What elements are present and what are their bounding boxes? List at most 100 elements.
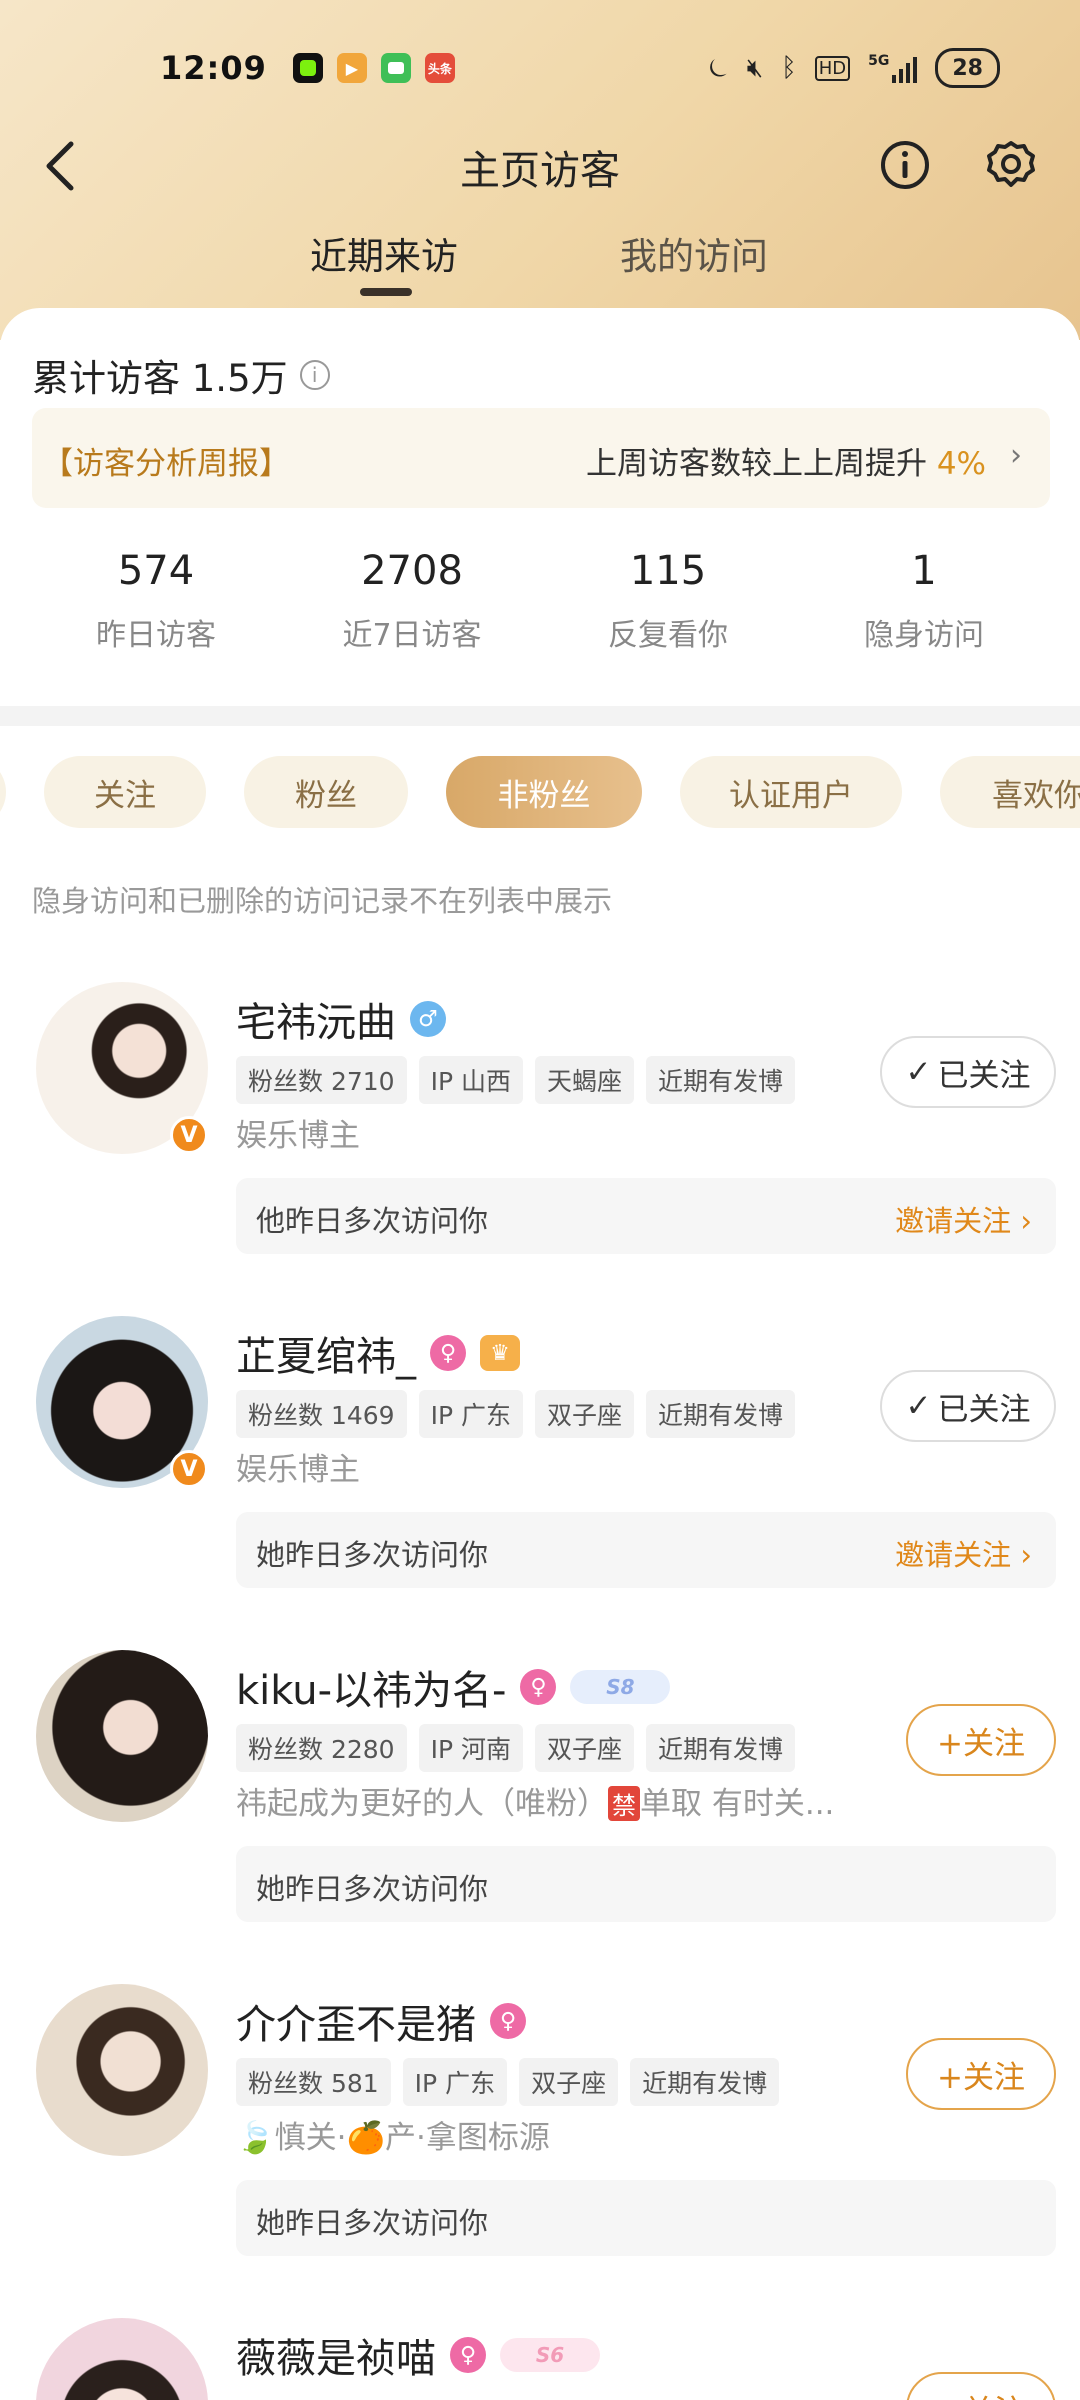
- tag: 粉丝数 2710: [236, 1056, 407, 1104]
- news-app-icon: 头条: [424, 53, 455, 83]
- stat-label: 昨日访客: [96, 618, 216, 653]
- filter-chip-verified[interactable]: 认证用户: [680, 756, 902, 828]
- visitor-item[interactable]: 薇薇是祯喵 ♀ S6 +关注: [0, 2318, 1080, 2400]
- visit-info: 她昨日多次访问你: [236, 1846, 1056, 1922]
- filter-chip-fans[interactable]: 粉丝: [244, 756, 408, 828]
- tag: IP 山西: [418, 1056, 523, 1104]
- tag: 近期有发博: [646, 1390, 796, 1438]
- filter-chip-following[interactable]: 关注: [44, 756, 206, 828]
- chevron-right-icon: ›: [1010, 438, 1022, 473]
- visit-info: 她昨日多次访问你 邀请关注 ›: [236, 1512, 1056, 1588]
- svip-badge-icon: S6: [500, 2338, 600, 2372]
- visitor-name[interactable]: 芷夏绾祎_ ♀ ♛: [236, 1324, 520, 1382]
- visitor-name[interactable]: 宅祎沅曲 ♂: [236, 990, 446, 1048]
- verified-badge-icon: V: [170, 1450, 208, 1488]
- filter-chip-likes-you[interactable]: 喜欢你: [940, 756, 1080, 828]
- visit-text: 她昨日多次访问你: [256, 1872, 489, 1906]
- visit-info: 她昨日多次访问你: [236, 2180, 1056, 2256]
- tag: 近期有发博: [646, 1056, 796, 1104]
- total-visitors-label: 累计访客 1.5万: [32, 357, 288, 400]
- section-divider: [0, 706, 1080, 726]
- follow-button[interactable]: +关注: [906, 2038, 1056, 2110]
- tag: 粉丝数 1469: [236, 1390, 407, 1438]
- follow-button[interactable]: +关注: [906, 1704, 1056, 1776]
- hd-icon: HD: [814, 55, 851, 81]
- check-icon: ✓: [905, 1054, 932, 1090]
- message-app-icon: [380, 53, 411, 83]
- stat-yesterday[interactable]: 574 昨日访客: [28, 548, 284, 654]
- filter-chip-partial[interactable]: [0, 756, 6, 828]
- visitor-tags: 粉丝数 2280 IP 河南 双子座 近期有发博: [236, 1724, 796, 1772]
- info-button[interactable]: [876, 136, 934, 194]
- avatar[interactable]: [36, 2318, 208, 2400]
- tag: 双子座: [534, 1724, 634, 1772]
- weekly-percent: 4%: [936, 446, 986, 482]
- filter-chip-non-fans[interactable]: 非粉丝: [446, 756, 642, 828]
- invite-follow-link[interactable]: 邀请关注 ›: [895, 1532, 1032, 1574]
- info-icon[interactable]: i: [299, 360, 330, 390]
- visitor-description: 娱乐博主: [236, 1452, 360, 1488]
- stat-label: 反复看你: [608, 618, 728, 653]
- filter-chips: 关注 粉丝 非粉丝 认证用户 喜欢你: [0, 756, 1080, 836]
- tag: 近期有发博: [646, 1724, 796, 1772]
- visitor-tags: 粉丝数 1469 IP 广东 双子座 近期有发博: [236, 1390, 796, 1438]
- tag: IP 广东: [402, 2058, 508, 2106]
- stat-repeat[interactable]: 115 反复看你: [540, 548, 796, 654]
- info-icon: [881, 141, 929, 189]
- followed-button[interactable]: ✓ 已关注: [880, 1036, 1056, 1108]
- tag: 粉丝数 581: [236, 2058, 391, 2106]
- avatar[interactable]: [36, 1650, 208, 1822]
- visitor-item[interactable]: V 芷夏绾祎_ ♀ ♛ 粉丝数 1469 IP 广东 双子座 近期有发博 娱乐博…: [0, 1316, 1080, 1650]
- tab-recent-visits[interactable]: 近期来访: [310, 226, 458, 280]
- verified-badge-icon: V: [170, 1116, 208, 1154]
- tag: IP 河南: [418, 1724, 523, 1772]
- stat-7days[interactable]: 2708 近7日访客: [284, 548, 540, 654]
- app-notification-icon: [292, 53, 323, 83]
- male-icon: ♂: [410, 1001, 446, 1037]
- total-visitors: 累计访客 1.5万 i: [32, 348, 330, 402]
- visitor-description: 🍃慎关·🍊产·拿图标源: [236, 2120, 550, 2156]
- tag: 近期有发博: [630, 2058, 780, 2106]
- tab-my-visits[interactable]: 我的访问: [620, 226, 768, 280]
- female-icon: ♀: [520, 1669, 557, 1705]
- follow-button[interactable]: +关注: [906, 2372, 1056, 2400]
- notification-icons: ▶ 头条: [292, 53, 455, 83]
- visitor-item[interactable]: kiku-以祎为名- ♀ S8 粉丝数 2280 IP 河南 双子座 近期有发博…: [0, 1650, 1080, 1984]
- tag: 天蝎座: [534, 1056, 634, 1104]
- tag: IP 广东: [418, 1390, 523, 1438]
- female-icon: ♀: [430, 1335, 466, 1371]
- tag: 粉丝数 2280: [236, 1724, 407, 1772]
- visitor-item[interactable]: V 宅祎沅曲 ♂ 粉丝数 2710 IP 山西 天蝎座 近期有发博 娱乐博主 ✓…: [0, 982, 1080, 1316]
- visitor-tags: 粉丝数 2710 IP 山西 天蝎座 近期有发博: [236, 1056, 796, 1104]
- visitor-name[interactable]: kiku-以祎为名- ♀ S8: [236, 1658, 671, 1716]
- content-sheet: 累计访客 1.5万 i 【访客分析周报】 上周访客数较上上周提升 4% › 57…: [0, 308, 1080, 2400]
- avatar[interactable]: [36, 1984, 208, 2156]
- battery-indicator: 28: [935, 48, 1000, 88]
- status-bar: 12:09 ▶ 头条 ⏾ 🔇︎ ᛒ HD 5G 28: [0, 0, 1080, 136]
- weekly-report-text: 上周访客数较上上周提升 4%: [585, 446, 986, 482]
- stat-hidden[interactable]: 1 隐身访问: [796, 548, 1052, 654]
- weekly-report-tag: 【访客分析周报】: [42, 446, 290, 482]
- stat-value: 1: [911, 548, 937, 594]
- crown-icon: ♛: [480, 1335, 520, 1371]
- visitor-item[interactable]: 介介歪不是猪 ♀ 粉丝数 581 IP 广东 双子座 近期有发博 🍃慎关·🍊产·…: [0, 1984, 1080, 2318]
- status-time: 12:09: [160, 49, 267, 87]
- visitor-name[interactable]: 薇薇是祯喵 ♀ S6: [236, 2326, 600, 2384]
- settings-button[interactable]: [982, 136, 1040, 194]
- alarm-icon: ⏾: [708, 52, 729, 83]
- mute-icon: 🔇︎: [746, 52, 764, 83]
- visitor-tabs: 近期来访 我的访问: [0, 222, 1080, 302]
- bluetooth-icon: ᛒ: [781, 53, 797, 83]
- visitor-stats: 574 昨日访客 2708 近7日访客 115 反复看你 1 隐身访问: [0, 548, 1080, 688]
- visitor-name[interactable]: 介介歪不是猪 ♀: [236, 1992, 526, 2050]
- female-icon: ♀: [450, 2337, 486, 2373]
- tag: 双子座: [519, 2058, 619, 2106]
- invite-follow-link[interactable]: 邀请关注 ›: [895, 1198, 1032, 1240]
- followed-button[interactable]: ✓ 已关注: [880, 1370, 1056, 1442]
- signal-icon: 5G: [868, 53, 918, 83]
- gear-icon: [987, 141, 1035, 187]
- weekly-report-banner[interactable]: 【访客分析周报】 上周访客数较上上周提升 4% ›: [32, 408, 1050, 508]
- visit-info: 他昨日多次访问你 邀请关注 ›: [236, 1178, 1056, 1254]
- system-icons: ⏾ 🔇︎ ᛒ HD 5G 28: [708, 48, 1000, 88]
- tag: 双子座: [534, 1390, 634, 1438]
